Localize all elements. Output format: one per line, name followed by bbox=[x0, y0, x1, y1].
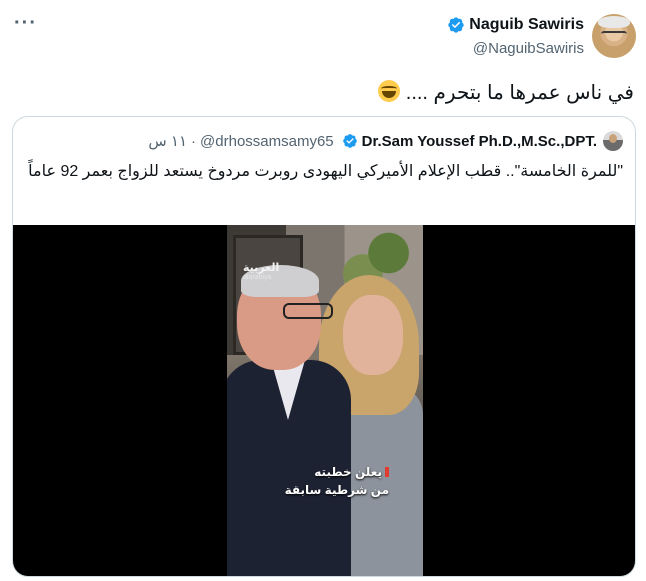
video-caption: يعلن خطبته من شرطية سابقة bbox=[285, 463, 389, 499]
separator-dot: · bbox=[191, 132, 197, 150]
author-name: Naguib Sawiris bbox=[469, 16, 584, 33]
caption-line-1-text: يعلن خطبته bbox=[314, 465, 382, 479]
channel-logo: العربية bbox=[243, 262, 280, 274]
quoted-tweet-time[interactable]: ١١ س bbox=[148, 132, 187, 150]
author-avatar[interactable] bbox=[592, 14, 636, 58]
caption-marker bbox=[385, 467, 389, 477]
quoted-author-avatar bbox=[603, 131, 623, 151]
man-glasses bbox=[283, 303, 333, 319]
tweet-text-content: في ناس عمرها ما بتحرم .... bbox=[405, 82, 634, 104]
tweet-text: في ناس عمرها ما بتحرم .... bbox=[374, 80, 634, 105]
avatar-glasses bbox=[601, 31, 627, 37]
caption-line-1: يعلن خطبته bbox=[285, 463, 389, 481]
author-handle[interactable]: @NaguibSawiris bbox=[473, 40, 584, 57]
caption-line-2: من شرطية سابقة bbox=[284, 483, 389, 497]
author-name-row[interactable]: Naguib Sawiris bbox=[447, 16, 584, 34]
quoted-tweet-text: "للمرة الخامسة".. قطب الإعلام الأميركي ا… bbox=[28, 163, 623, 180]
verified-badge-icon bbox=[342, 134, 357, 148]
woman-face bbox=[343, 295, 403, 375]
quoted-tweet-header: ١١ س · @drhossamsamy65 Dr.Sam Youssef Ph… bbox=[148, 131, 623, 151]
avatar-hair bbox=[598, 16, 630, 28]
face-with-tears-of-joy-icon bbox=[378, 80, 401, 102]
quoted-author-handle: @drhossamsamy65 bbox=[200, 132, 334, 150]
verified-badge-icon bbox=[448, 17, 464, 33]
video-frame: العربية alarabiya يعلن خطبته من شرطية سا… bbox=[227, 225, 423, 576]
quoted-author-name: Dr.Sam Youssef Ph.D.,M.Sc.,DPT. bbox=[361, 132, 597, 150]
quoted-tweet[interactable]: ١١ س · @drhossamsamy65 Dr.Sam Youssef Ph… bbox=[12, 116, 636, 577]
video-player[interactable]: العربية alarabiya يعلن خطبته من شرطية سا… bbox=[13, 225, 635, 576]
channel-logo-sub: alarabiya bbox=[243, 274, 272, 281]
more-options-icon[interactable]: ··· bbox=[14, 13, 37, 33]
